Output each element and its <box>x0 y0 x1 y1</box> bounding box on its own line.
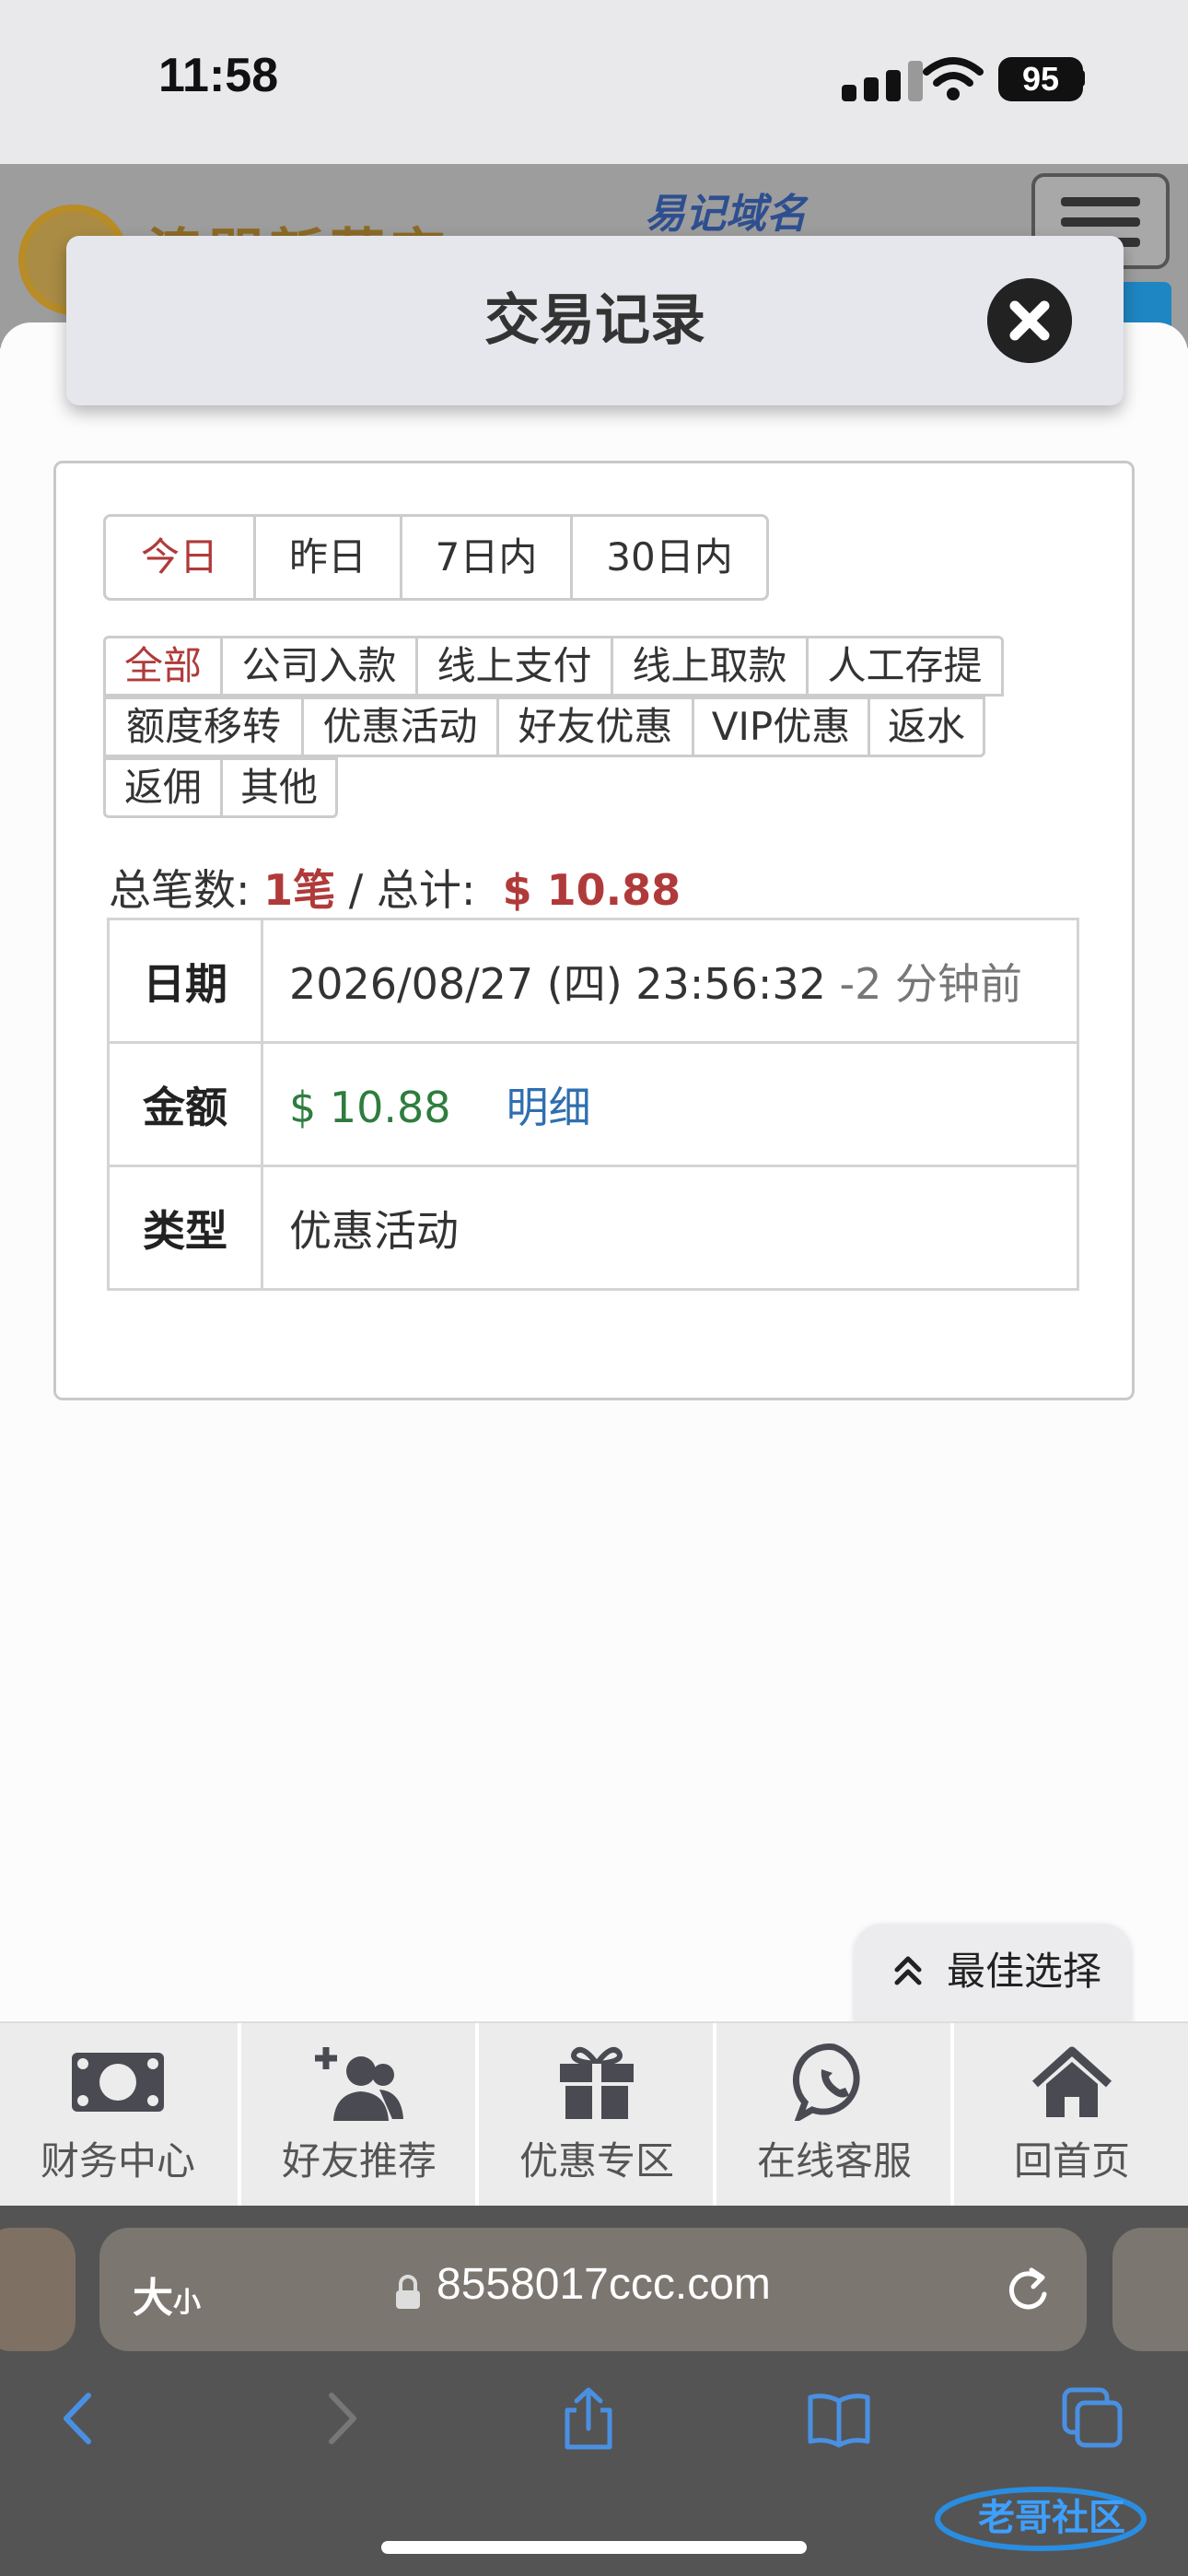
modal-title: 交易记录 <box>484 288 705 353</box>
tabs-icon[interactable] <box>1061 2386 1125 2451</box>
battery-indicator: 95 <box>998 57 1083 101</box>
filter-yesterday[interactable]: 昨日 <box>253 514 402 601</box>
best-choice-button[interactable]: 最佳选择 <box>855 1924 1131 2021</box>
nav-finance-center[interactable]: 财务中心 <box>0 2023 236 2206</box>
record-count: 1笔 <box>263 865 336 915</box>
detail-link[interactable]: 明细 <box>507 1083 591 1132</box>
type-filter-promotion[interactable]: 优惠活动 <box>301 697 499 757</box>
wifi-icon <box>923 57 984 100</box>
money-icon <box>72 2053 164 2112</box>
type-filter-other[interactable]: 其他 <box>220 757 338 818</box>
double-chevron-up-icon <box>894 1956 922 1985</box>
back-icon[interactable] <box>48 2386 112 2451</box>
type-filter-online-withdrawal[interactable]: 线上取款 <box>611 636 809 697</box>
home-indicator <box>381 2541 807 2554</box>
type-filter-vip[interactable]: VIP优惠 <box>692 697 870 757</box>
type-value: 优惠活动 <box>261 1165 1079 1291</box>
url-text: 8558017ccc.com <box>437 2260 771 2309</box>
domain-link[interactable]: 易记域名 <box>645 181 807 240</box>
gift-icon <box>560 2047 634 2119</box>
date-value: 2026/08/27 (四) 23:56:32 -2 分钟前 <box>261 918 1079 1044</box>
record-total: $ 10.88 <box>502 865 681 915</box>
nav-promotions[interactable]: 优惠专区 <box>479 2023 715 2206</box>
watermark-logo: 老哥社区 <box>935 2487 1147 2551</box>
filter-7-days[interactable]: 7日内 <box>400 514 573 601</box>
close-icon[interactable] <box>987 278 1072 363</box>
type-filter-all[interactable]: 全部 <box>103 636 223 697</box>
status-time: 11:58 <box>158 49 279 102</box>
date-label: 日期 <box>107 918 263 1044</box>
type-filter-transfer[interactable]: 额度移转 <box>103 697 304 757</box>
type-filter-company-deposit[interactable]: 公司入款 <box>220 636 418 697</box>
type-filter-rebate[interactable]: 返水 <box>868 697 985 757</box>
record-table: 日期 2026/08/27 (四) 23:56:32 -2 分钟前 金额 $ 1… <box>107 918 1079 1291</box>
amount-label: 金额 <box>107 1041 263 1167</box>
nav-home[interactable]: 回首页 <box>954 2023 1188 2206</box>
amount-value: $ 10.88 明细 <box>261 1041 1079 1167</box>
table-row: 日期 2026/08/27 (四) 23:56:32 -2 分钟前 <box>107 918 1079 1044</box>
time-ago: -2 分钟前 <box>839 958 1023 1009</box>
type-label: 类型 <box>107 1165 263 1291</box>
type-filter-friend-bonus[interactable]: 好友优惠 <box>496 697 694 757</box>
next-tab[interactable] <box>1112 2228 1188 2351</box>
forward-icon[interactable] <box>308 2386 372 2451</box>
type-filter-online-payment[interactable]: 线上支付 <box>415 636 613 697</box>
filter-30-days[interactable]: 30日内 <box>570 514 769 601</box>
add-friend-icon <box>315 2047 403 2121</box>
bookmarks-icon[interactable] <box>807 2386 871 2451</box>
previous-tab[interactable] <box>0 2228 76 2351</box>
nav-online-support[interactable]: 在线客服 <box>716 2023 952 2206</box>
reload-icon[interactable] <box>1004 2263 1052 2316</box>
type-filter-manual[interactable]: 人工存提 <box>806 636 1004 697</box>
home-icon <box>1031 2046 1112 2117</box>
records-summary: 总笔数: 1笔 / 总计: $ 10.88 <box>109 865 681 915</box>
filter-today[interactable]: 今日 <box>103 514 256 601</box>
nav-friend-referral[interactable]: 好友推荐 <box>241 2023 477 2206</box>
type-filter-commission[interactable]: 返佣 <box>103 757 223 818</box>
whatsapp-icon <box>793 2043 860 2121</box>
share-icon[interactable] <box>556 2386 621 2451</box>
table-row: 类型 优惠活动 <box>107 1165 1079 1291</box>
battery-tip <box>1079 70 1085 87</box>
modal-header: 交易记录 <box>66 236 1124 405</box>
lock-icon <box>396 2275 420 2309</box>
table-row: 金额 $ 10.88 明细 <box>107 1041 1079 1167</box>
text-size-button[interactable]: 大小 <box>133 2265 201 2324</box>
svg-text:老哥社区: 老哥社区 <box>978 2497 1125 2539</box>
